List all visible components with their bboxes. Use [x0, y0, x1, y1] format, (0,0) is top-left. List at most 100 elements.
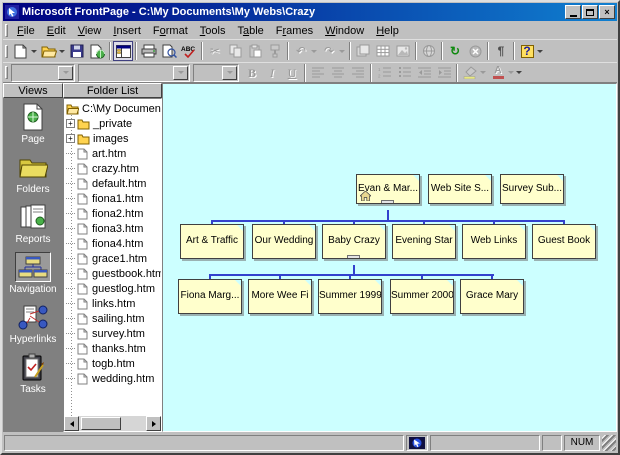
decrease-indent-button[interactable] [414, 63, 434, 83]
help-button[interactable]: ? [517, 41, 537, 61]
tree-file[interactable]: art.htm [64, 146, 161, 161]
paste-button[interactable] [245, 41, 265, 61]
menu-insert[interactable]: Insert [107, 24, 147, 38]
menu-frames[interactable]: Frames [270, 24, 319, 38]
menu-table[interactable]: Table [231, 24, 269, 38]
tree-file[interactable]: wedding.htm [64, 371, 161, 386]
font-color-dropdown-arrow[interactable] [508, 71, 514, 74]
menu-window[interactable]: Window [319, 24, 370, 38]
align-left-button[interactable] [308, 63, 328, 83]
menu-format[interactable]: Format [147, 24, 194, 38]
undo-button[interactable]: ↶ [291, 41, 311, 61]
insert-picture-button[interactable] [393, 41, 413, 61]
tree-file[interactable]: default.htm [64, 176, 161, 191]
tree-file[interactable]: togb.htm [64, 356, 161, 371]
maximize-button[interactable] [582, 5, 598, 19]
font-color-button[interactable]: A [488, 63, 508, 83]
tree-file[interactable]: fiona4.htm [64, 236, 161, 251]
expand-plus-icon[interactable]: + [66, 134, 75, 143]
menu-grip[interactable] [5, 24, 8, 37]
numbered-list-button[interactable]: 12 [374, 63, 394, 83]
format-painter-button[interactable] [265, 41, 285, 61]
tree-file[interactable]: fiona3.htm [64, 221, 161, 236]
italic-button[interactable]: I [262, 63, 282, 83]
view-item-reports[interactable]: Reports [3, 198, 63, 248]
bulleted-list-button[interactable] [394, 63, 414, 83]
tree-file[interactable]: fiona1.htm [64, 191, 161, 206]
tree-file[interactable]: crazy.htm [64, 161, 161, 176]
tree-file[interactable]: guestbook.htm [64, 266, 161, 281]
nav-node[interactable]: Grace Mary [460, 279, 524, 314]
navigation-canvas[interactable]: Evan & Mar... Web Site S... Survey Sub..… [162, 83, 617, 432]
tree-file[interactable]: survey.htm [64, 326, 161, 341]
nav-node[interactable]: Guest Book [532, 224, 596, 259]
collapse-toggle[interactable] [381, 200, 394, 203]
insert-component-button[interactable] [353, 41, 373, 61]
close-button[interactable]: × [599, 5, 615, 19]
cut-button[interactable]: ✂ [205, 41, 225, 61]
menu-help[interactable]: Help [370, 24, 405, 38]
font-size-combobox[interactable] [193, 63, 239, 82]
scroll-left-button[interactable] [64, 416, 79, 431]
style-combobox[interactable] [11, 63, 75, 82]
nav-node[interactable]: Art & Traffic [180, 224, 244, 259]
collapse-toggle[interactable] [347, 255, 360, 258]
new-page-dropdown-arrow[interactable] [31, 49, 37, 53]
nav-node[interactable]: Fiona Marg... [178, 279, 242, 314]
redo-dropdown-arrow[interactable] [339, 49, 345, 53]
highlight-dropdown-arrow[interactable] [480, 71, 486, 74]
font-combobox[interactable] [78, 63, 190, 82]
refresh-button[interactable]: ↻ [445, 41, 465, 61]
preview-in-browser-button[interactable] [159, 41, 179, 61]
view-item-tasks[interactable]: Tasks [3, 348, 63, 398]
standard-toolbar-grip[interactable] [5, 44, 8, 58]
tree-file[interactable]: grace1.htm [64, 251, 161, 266]
nav-node[interactable]: Web Links [462, 224, 526, 259]
increase-indent-button[interactable] [434, 63, 454, 83]
underline-button[interactable]: U [282, 63, 302, 83]
scroll-thumb[interactable] [81, 417, 121, 430]
nav-node[interactable]: Our Wedding [252, 224, 316, 259]
view-item-hyperlinks[interactable]: Hyperlinks [3, 298, 63, 348]
hyperlink-button[interactable] [419, 41, 439, 61]
folder-list-toggle-button[interactable] [113, 41, 133, 61]
spelling-button[interactable]: ABC [179, 41, 199, 61]
tree-root[interactable]: C:\My Documents\ [64, 101, 161, 116]
redo-button[interactable]: ↷ [319, 41, 339, 61]
open-dropdown-arrow[interactable] [59, 49, 65, 53]
new-page-button[interactable] [11, 41, 31, 61]
save-button[interactable] [67, 41, 87, 61]
tree-file[interactable]: fiona2.htm [64, 206, 161, 221]
tree-folder-private[interactable]: + _private [64, 116, 161, 131]
menu-file[interactable]: File [11, 24, 41, 38]
align-center-button[interactable] [328, 63, 348, 83]
undo-dropdown-arrow[interactable] [311, 49, 317, 53]
publish-web-button[interactable] [87, 41, 107, 61]
align-right-button[interactable] [348, 63, 368, 83]
scroll-right-button[interactable] [146, 416, 161, 431]
view-item-navigation[interactable]: Navigation [3, 248, 63, 298]
highlight-color-button[interactable] [460, 63, 480, 83]
show-all-button[interactable]: ¶ [491, 41, 511, 61]
resize-grip[interactable] [602, 434, 616, 451]
nav-node[interactable]: Summer 1999 [318, 279, 382, 314]
insert-table-button[interactable] [373, 41, 393, 61]
tree-file[interactable]: guestlog.htm [64, 281, 161, 296]
tree-folder-images[interactable]: + images [64, 131, 161, 146]
nav-node[interactable]: Summer 2000 [390, 279, 454, 314]
menu-view[interactable]: View [72, 24, 108, 38]
tree-file[interactable]: sailing.htm [64, 311, 161, 326]
formatting-toolbar-grip[interactable] [5, 66, 8, 79]
menu-edit[interactable]: Edit [41, 24, 72, 38]
nav-node[interactable]: Survey Sub... [500, 174, 564, 204]
copy-button[interactable] [225, 41, 245, 61]
folder-list-hscrollbar[interactable] [64, 416, 161, 431]
nav-node[interactable]: More Wee Fi [248, 279, 312, 314]
view-item-folders[interactable]: Folders [3, 148, 63, 198]
expand-plus-icon[interactable]: + [66, 119, 75, 128]
print-button[interactable] [139, 41, 159, 61]
minimize-button[interactable] [565, 5, 581, 19]
stop-button[interactable] [465, 41, 485, 61]
open-button[interactable] [39, 41, 59, 61]
toolbar-options-arrow[interactable] [537, 49, 543, 53]
